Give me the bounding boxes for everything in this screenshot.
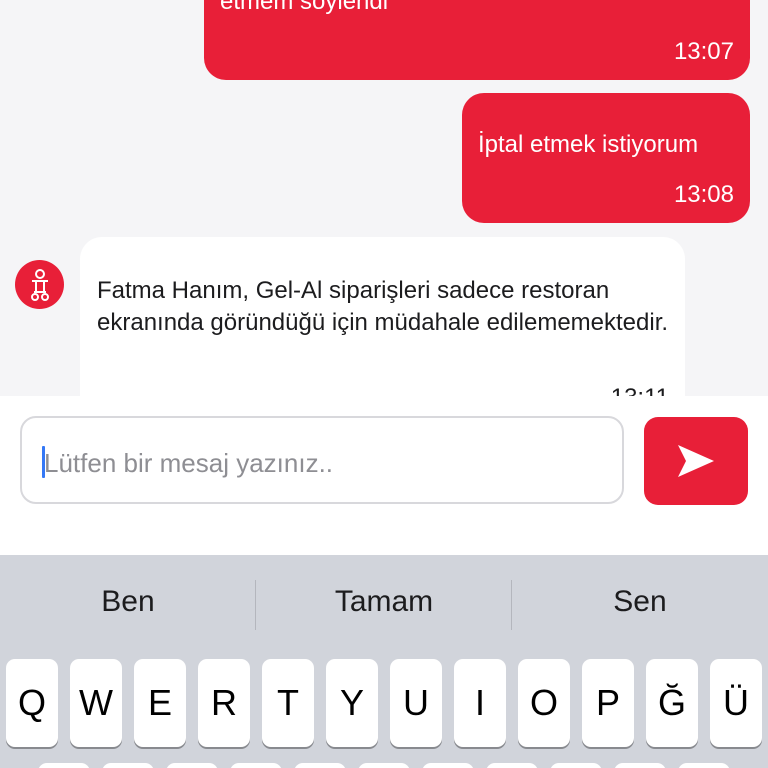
outgoing-message-bubble: İptal etmek istiyorum 13:08 — [462, 93, 750, 223]
message-text: etmem söylendi — [220, 0, 389, 15]
message-text: Fatma Hanım, Gel-Al siparişleri sadece r… — [97, 277, 669, 336]
text-caret — [42, 446, 45, 478]
chat-message-list[interactable]: etmem söylendi 13:07 İptal etmek istiyor… — [0, 0, 768, 396]
key-y[interactable]: Y — [326, 659, 378, 747]
key-u-umlaut[interactable]: Ü — [710, 659, 762, 747]
key-q[interactable]: Q — [6, 659, 58, 747]
key-partial[interactable] — [166, 763, 218, 768]
key-partial[interactable] — [358, 763, 410, 768]
send-arrow-icon — [678, 445, 714, 477]
suggestion-ben[interactable]: Ben — [0, 585, 256, 619]
on-screen-keyboard: Ben Tamam Sen Q W E R T Y U I O P Ğ Ü — [0, 555, 768, 768]
key-w[interactable]: W — [70, 659, 122, 747]
message-time: 13:08 — [673, 181, 734, 208]
key-partial[interactable] — [230, 763, 282, 768]
message-composer: Lütfen bir mesaj yazınız.. — [0, 396, 768, 555]
keyboard-second-row-partial — [0, 763, 768, 768]
message-text: İptal etmek istiyorum — [478, 131, 699, 158]
key-o[interactable]: O — [518, 659, 570, 747]
key-t[interactable]: T — [262, 659, 314, 747]
suggestion-sen[interactable]: Sen — [512, 585, 768, 619]
key-partial[interactable] — [422, 763, 474, 768]
message-input[interactable]: Lütfen bir mesaj yazınız.. — [20, 416, 624, 504]
key-partial[interactable] — [486, 763, 538, 768]
message-input-placeholder: Lütfen bir mesaj yazınız.. — [44, 448, 334, 478]
key-u[interactable]: U — [390, 659, 442, 747]
key-partial[interactable] — [102, 763, 154, 768]
key-g-breve[interactable]: Ğ — [646, 659, 698, 747]
message-time: 13:07 — [673, 38, 734, 65]
key-e[interactable]: E — [134, 659, 186, 747]
key-partial[interactable] — [38, 763, 90, 768]
outgoing-message-bubble: etmem söylendi 13:07 — [204, 0, 750, 80]
key-partial[interactable] — [614, 763, 666, 768]
keyboard-top-row: Q W E R T Y U I O P Ğ Ü — [0, 659, 768, 768]
support-avatar — [15, 260, 64, 309]
message-time: 13:11 — [611, 384, 669, 396]
key-partial[interactable] — [294, 763, 346, 768]
key-partial[interactable] — [678, 763, 730, 768]
send-button[interactable] — [644, 417, 748, 505]
suggestion-tamam[interactable]: Tamam — [256, 585, 512, 619]
key-p[interactable]: P — [582, 659, 634, 747]
keyboard-suggestion-bar: Ben Tamam Sen — [0, 555, 768, 655]
key-i[interactable]: I — [454, 659, 506, 747]
incoming-message-bubble: Fatma Hanım, Gel-Al siparişleri sadece r… — [80, 237, 685, 396]
key-r[interactable]: R — [198, 659, 250, 747]
key-partial[interactable] — [550, 763, 602, 768]
scooter-courier-icon — [30, 268, 49, 301]
